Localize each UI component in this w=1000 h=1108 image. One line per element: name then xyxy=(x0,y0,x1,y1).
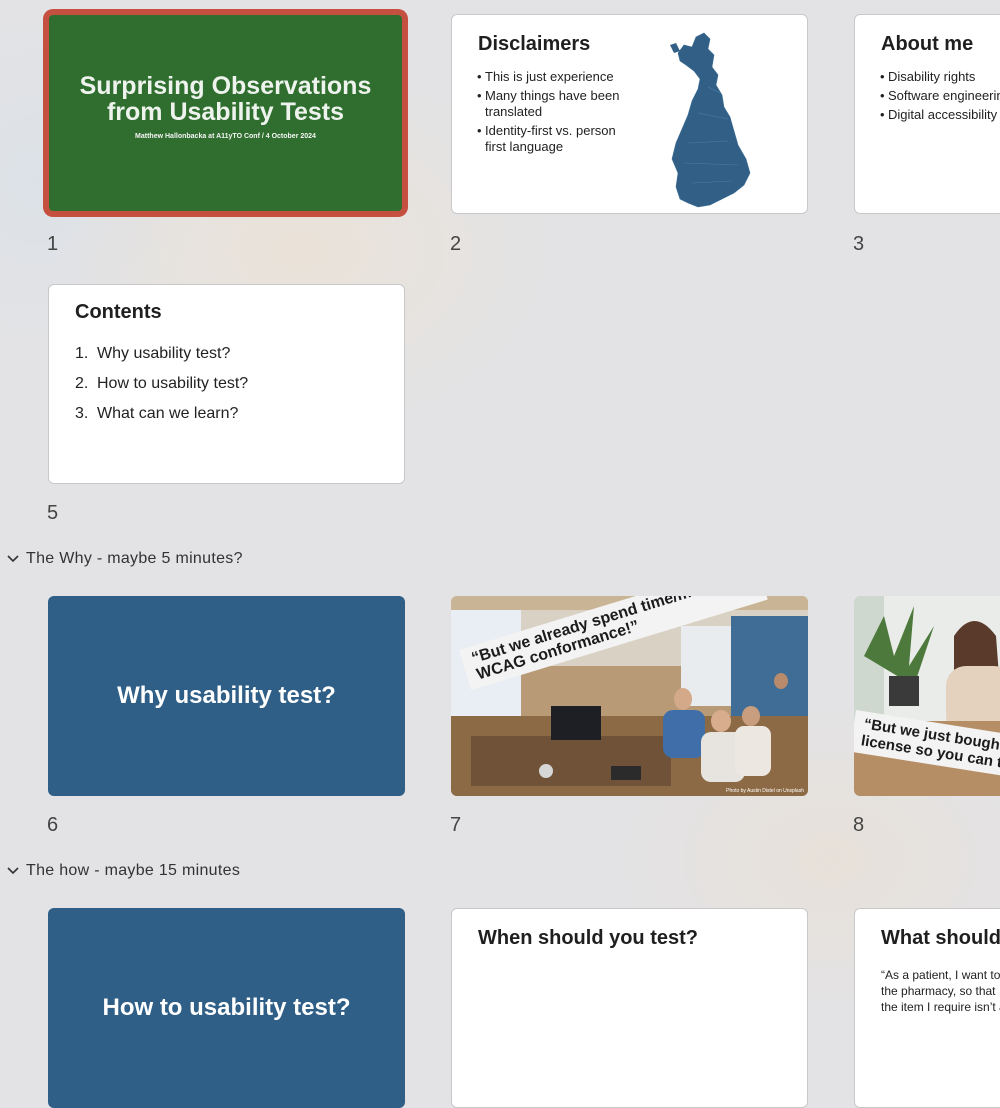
chevron-down-icon[interactable] xyxy=(0,867,26,875)
list-item: 3. What can we learn? xyxy=(75,405,239,422)
section-header-why[interactable]: The Why - maybe 5 minutes? xyxy=(0,550,243,568)
slide-number: 7 xyxy=(450,814,462,836)
slide-title: What should y xyxy=(881,927,1000,949)
section-label: The Why - maybe 5 minutes? xyxy=(26,550,243,567)
slide-thumbnail-6[interactable]: Why usability test? xyxy=(48,596,405,796)
slide-number: 3 xyxy=(853,233,865,255)
slide-thumbnail-3[interactable]: About me Disability rights Software engi… xyxy=(854,14,1000,214)
slide-number: 1 xyxy=(47,233,59,255)
slide-number: 6 xyxy=(47,814,59,836)
slide-thumbnail-5[interactable]: Contents 1. Why usability test? 2. How to … xyxy=(48,284,405,484)
photo-credit: Photo by Austin Distel on Unsplash xyxy=(726,788,804,794)
slide-title: Disclaimers xyxy=(478,33,591,55)
slide-title: When should you test? xyxy=(478,927,698,949)
bullet-list: This is just experience Many things have… xyxy=(477,69,621,158)
slide-thumbnail-2[interactable]: Disclaimers This is just experience Many… xyxy=(451,14,808,214)
slide-thumbnail-7[interactable]: “But we already spend time/money on WCAG… xyxy=(451,596,808,796)
slide-thumbnail-1[interactable]: Surprising Observations from Usability T… xyxy=(47,13,404,213)
slide-thumbnail-when-to-test[interactable]: When should you test? xyxy=(451,908,808,1108)
slide-title: How to usability test? xyxy=(102,994,351,1021)
list-item: 2. How to usability test? xyxy=(75,375,249,392)
chevron-down-icon[interactable] xyxy=(0,555,26,563)
slide-number: 8 xyxy=(853,814,865,836)
bullet-list: Disability rights Software engineerin Di… xyxy=(880,69,1000,126)
slide-subtitle: Matthew Hallonbacka at A11yTO Conf / 4 O… xyxy=(135,133,316,140)
slide-thumbnail-how-to-test[interactable]: How to usability test? xyxy=(48,908,405,1108)
finland-map-image xyxy=(670,32,751,208)
list-item: 1. Why usability test? xyxy=(75,345,231,362)
section-label: The how - maybe 15 minutes xyxy=(26,862,241,879)
slide-number: 5 xyxy=(47,502,59,524)
slide-thumbnail-8[interactable]: “But we just bought y license so you can… xyxy=(854,596,1000,796)
section-header-how[interactable]: The how - maybe 15 minutes xyxy=(0,862,240,880)
slide-title: About me xyxy=(881,33,974,55)
user-story-quote: “As a patient, I want to c the pharmacy,… xyxy=(881,968,1000,1014)
contents-list: 1. Why usability test? 2. How to usability… xyxy=(75,345,248,435)
slide-title: Why usability test? xyxy=(117,682,336,709)
slide-title: Contents xyxy=(75,301,162,323)
slide-number: 2 xyxy=(450,233,462,255)
slide-title: Surprising Observations from Usability T… xyxy=(79,72,372,126)
slide-thumbnail-what-to-test[interactable]: What should y “As a patient, I want to c… xyxy=(854,908,1000,1108)
